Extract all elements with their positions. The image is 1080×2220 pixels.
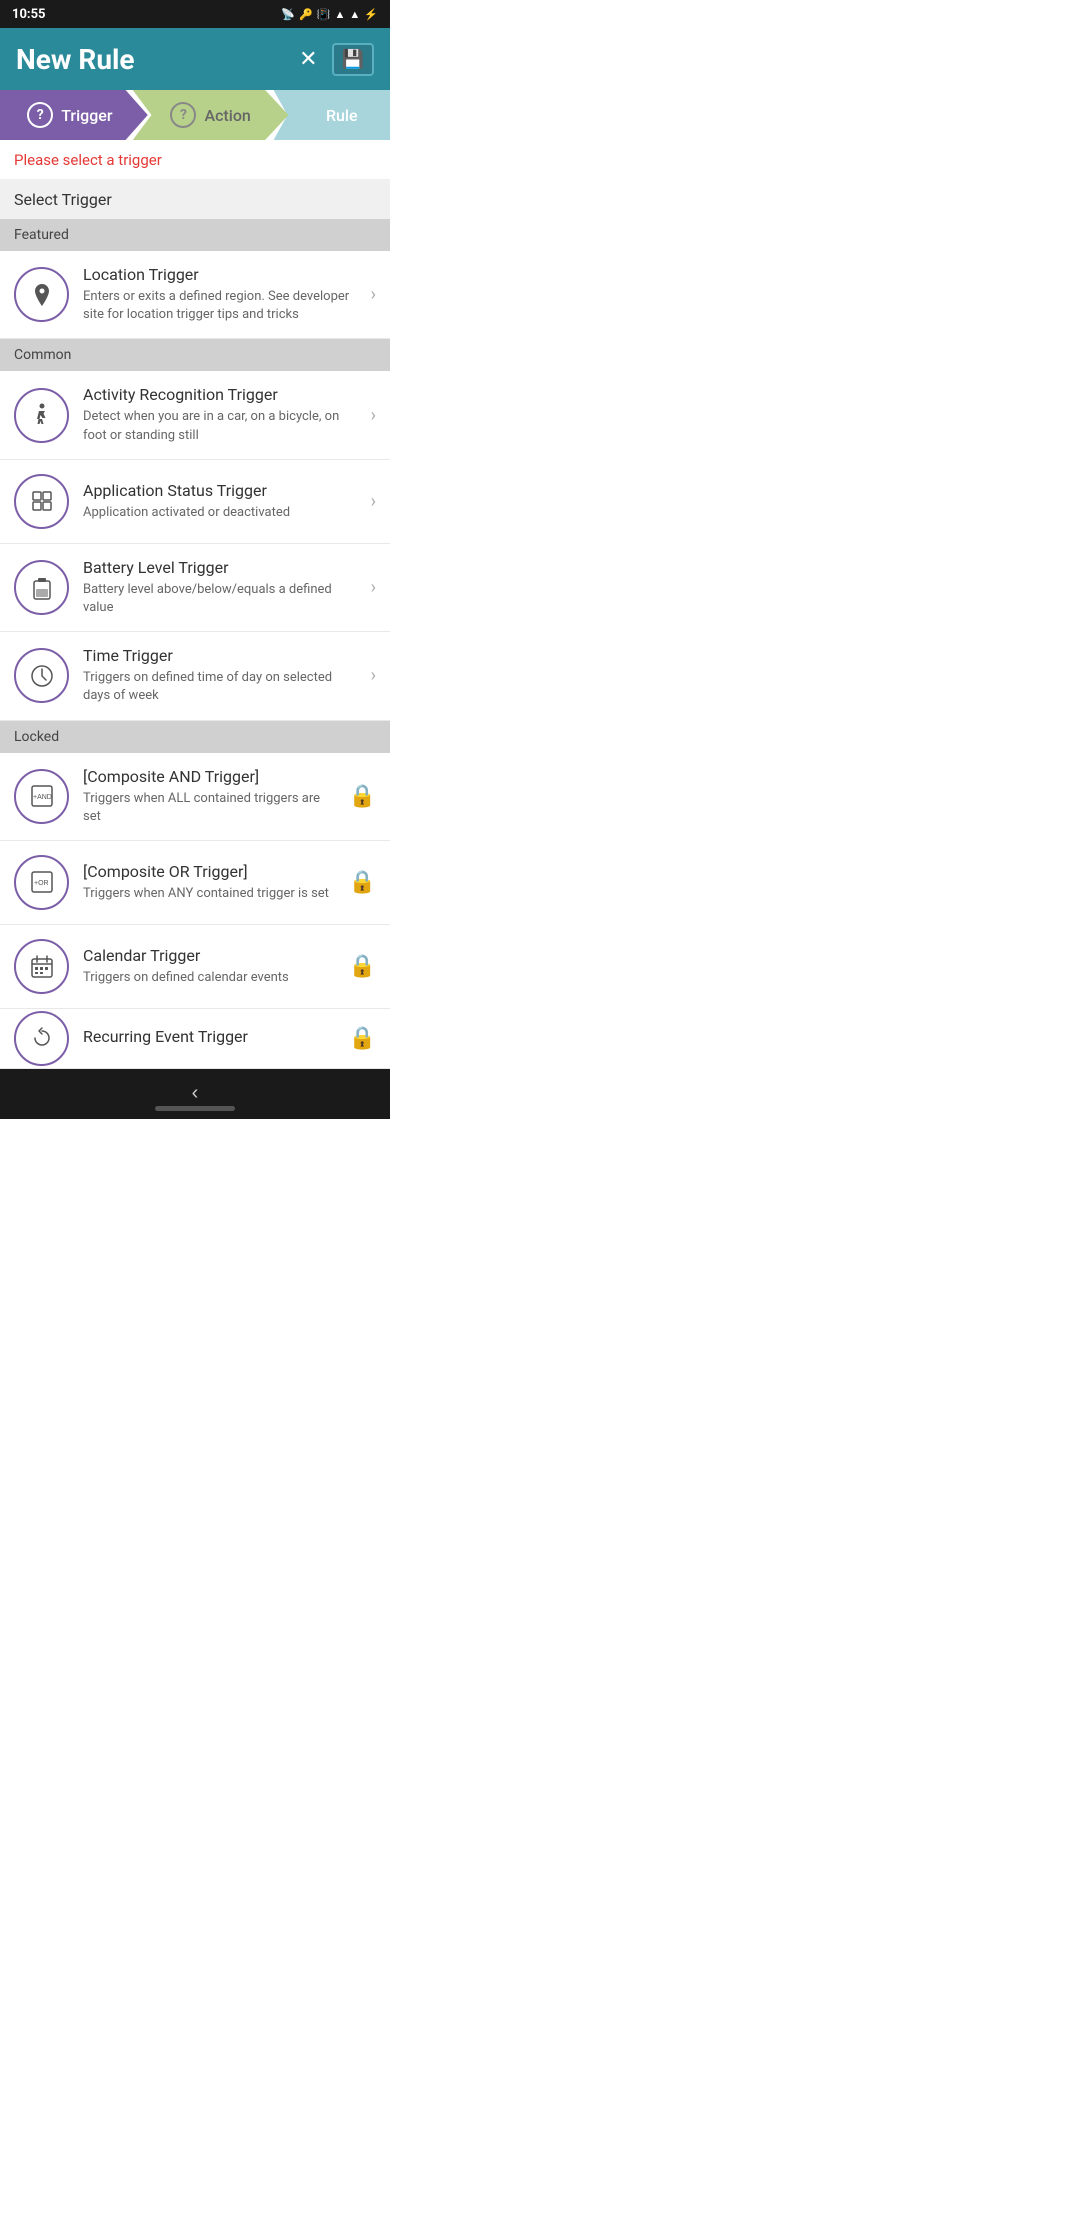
trigger-item-recurring[interactable]: Recurring Event Trigger 🔒 [0,1009,390,1069]
chevron-right-icon: › [371,665,376,686]
calendar-trigger-content: Calendar Trigger Triggers on defined cal… [83,946,335,987]
group-header-locked: Locked [0,721,390,753]
trigger-item-activity[interactable]: Activity Recognition Trigger Detect when… [0,371,390,459]
composite-and-trigger-content: [Composite AND Trigger] Triggers when AL… [83,767,335,826]
appstatus-trigger-icon [14,474,69,529]
recurring-trigger-title: Recurring Event Trigger [83,1027,335,1046]
activity-trigger-icon [14,388,69,443]
cast-icon: 📡 [281,8,295,21]
tab-bar: ? Trigger ? Action Rule [0,90,390,140]
chevron-right-icon: › [371,405,376,426]
trigger-item-composite-or[interactable]: +OR [Composite OR Trigger] Triggers when… [0,841,390,925]
activity-trigger-content: Activity Recognition Trigger Detect when… [83,385,357,444]
header: New Rule ✕ 💾 [0,28,390,90]
location-icon [28,281,56,309]
battery-trigger-desc: Battery level above/below/equals a defin… [83,581,357,617]
appstatus-trigger-content: Application Status Trigger Application a… [83,481,357,522]
time-trigger-icon [14,648,69,703]
battery-level-icon [28,573,56,601]
home-indicator[interactable] [155,1106,235,1111]
alert-bar: Please select a trigger [0,140,390,180]
trigger-item-time[interactable]: Time Trigger Triggers on defined time of… [0,632,390,720]
vibrate-icon: 📳 [317,8,331,21]
close-button[interactable]: ✕ [295,42,321,76]
status-time: 10:55 [12,7,46,22]
trigger-item-location[interactable]: Location Trigger Enters or exits a defin… [0,251,390,339]
appstatus-trigger-title: Application Status Trigger [83,481,357,500]
tab-rule[interactable]: Rule [274,90,390,140]
trigger-item-calendar[interactable]: Calendar Trigger Triggers on defined cal… [0,925,390,1009]
chevron-right-icon: › [371,491,376,512]
alert-text: Please select a trigger [14,151,162,169]
trigger-tab-icon: ? [27,102,53,128]
time-trigger-title: Time Trigger [83,646,357,665]
tab-action[interactable]: ? Action [133,90,289,140]
location-trigger-title: Location Trigger [83,265,357,284]
action-tab-label: Action [204,106,250,125]
lock-icon: 🔒 [349,870,376,895]
section-header: Select Trigger [0,180,390,219]
composite-and-trigger-desc: Triggers when ALL contained triggers are… [83,790,335,826]
lock-icon: 🔒 [349,1026,376,1051]
grid-icon [28,487,56,515]
chevron-right-icon: › [371,284,376,305]
rule-tab-label: Rule [326,106,358,125]
tab-trigger[interactable]: ? Trigger [0,90,148,140]
key-icon: 🔑 [299,8,313,21]
clock-icon [28,662,56,690]
time-trigger-desc: Triggers on defined time of day on selec… [83,669,357,705]
header-actions: ✕ 💾 [295,42,374,76]
battery-trigger-content: Battery Level Trigger Battery level abov… [83,558,357,617]
calendar-trigger-desc: Triggers on defined calendar events [83,969,335,987]
nav-bar: ‹ [0,1069,390,1119]
walking-icon [28,401,56,429]
battery-trigger-title: Battery Level Trigger [83,558,357,577]
battery-icon: ⚡ [364,8,378,21]
trigger-item-battery[interactable]: Battery Level Trigger Battery level abov… [0,544,390,632]
composite-and-trigger-title: [Composite AND Trigger] [83,767,335,786]
composite-and-trigger-icon: +AND [14,769,69,824]
recurring-trigger-icon [14,1011,69,1066]
status-bar: 10:55 📡 🔑 📳 ▲ ▲ ⚡ [0,0,390,28]
lock-icon: 🔒 [349,954,376,979]
lock-icon: 🔒 [349,784,376,809]
recurring-icon [28,1024,56,1052]
page-title: New Rule [16,43,135,76]
calendar-icon [28,952,56,980]
location-trigger-icon [14,267,69,322]
action-tab-icon: ? [170,102,196,128]
save-button[interactable]: 💾 [332,43,374,76]
status-icons: 📡 🔑 📳 ▲ ▲ ⚡ [281,8,378,21]
and-icon: +AND [28,782,56,810]
appstatus-trigger-desc: Application activated or deactivated [83,504,357,522]
composite-or-trigger-desc: Triggers when ANY contained trigger is s… [83,885,335,903]
location-trigger-content: Location Trigger Enters or exits a defin… [83,265,357,324]
signal-icon: ▲ [349,8,360,21]
trigger-item-composite-and[interactable]: +AND [Composite AND Trigger] Triggers wh… [0,753,390,841]
recurring-trigger-content: Recurring Event Trigger [83,1027,335,1050]
group-header-featured: Featured [0,219,390,251]
svg-text:+OR: +OR [34,880,49,887]
activity-trigger-desc: Detect when you are in a car, on a bicyc… [83,408,357,444]
location-trigger-desc: Enters or exits a defined region. See de… [83,288,357,324]
chevron-right-icon: › [371,577,376,598]
calendar-trigger-icon [14,939,69,994]
or-icon: +OR [28,868,56,896]
battery-trigger-icon [14,560,69,615]
composite-or-trigger-content: [Composite OR Trigger] Triggers when ANY… [83,862,335,903]
composite-or-trigger-title: [Composite OR Trigger] [83,862,335,881]
svg-text:+AND: +AND [33,794,52,801]
composite-or-trigger-icon: +OR [14,855,69,910]
calendar-trigger-title: Calendar Trigger [83,946,335,965]
wifi-icon: ▲ [335,8,346,21]
back-button[interactable]: ‹ [192,1082,199,1105]
group-header-common: Common [0,339,390,371]
time-trigger-content: Time Trigger Triggers on defined time of… [83,646,357,705]
trigger-item-appstatus[interactable]: Application Status Trigger Application a… [0,460,390,544]
activity-trigger-title: Activity Recognition Trigger [83,385,357,404]
trigger-tab-label: Trigger [61,106,112,125]
